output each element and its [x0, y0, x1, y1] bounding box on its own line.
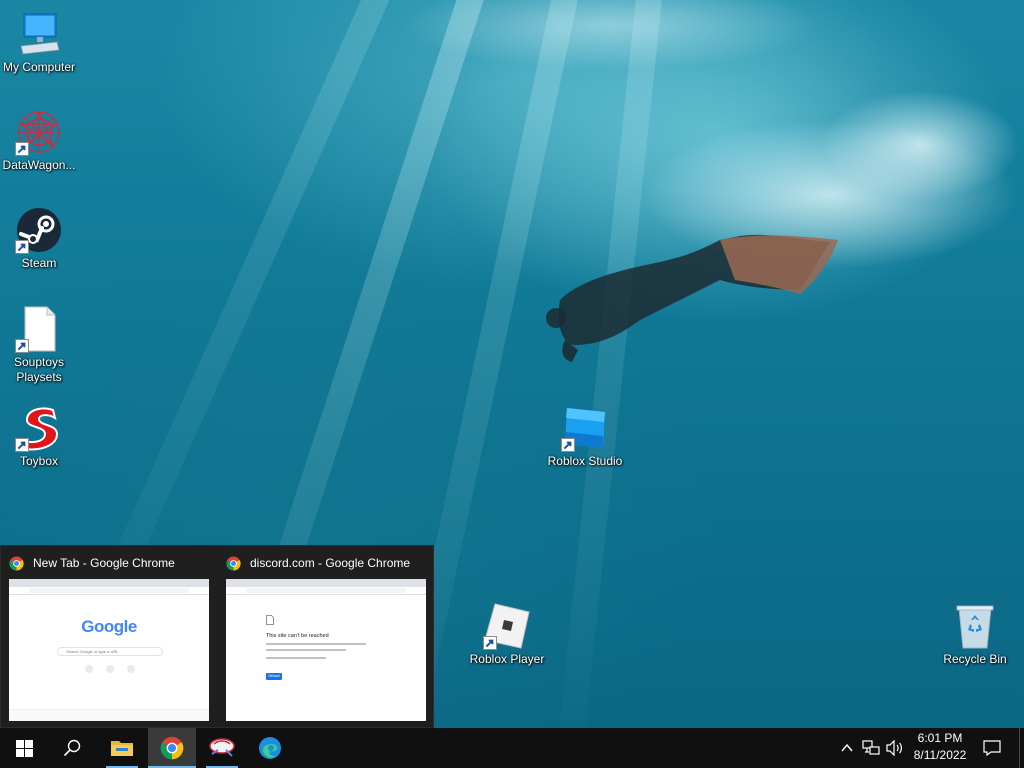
shortcut-arrow-icon — [15, 339, 29, 353]
tab-strip — [226, 579, 426, 587]
desktop-icon-label: Roblox Studio — [547, 454, 623, 468]
new-tab-search-box: Search Google or type a URL — [57, 647, 163, 656]
desktop-icon-roblox-studio[interactable]: Roblox Studio — [540, 404, 630, 469]
network-icon — [862, 740, 880, 755]
chrome-thumbnail-previews: New Tab - Google Chrome Google Search Go… — [0, 545, 434, 728]
desktop-icon-souptoys-playsets[interactable]: Souptoys Playsets — [0, 305, 84, 385]
recycle-bin-icon — [951, 602, 999, 650]
reload-button: Reload — [266, 673, 282, 680]
show-hidden-icons-button[interactable] — [837, 738, 857, 758]
sad-page-icon — [266, 615, 274, 625]
roblox-studio-icon — [561, 404, 609, 452]
clock-time: 6:01 PM — [917, 731, 963, 745]
steam-icon — [15, 206, 63, 254]
thumbnail-title: New Tab - Google Chrome — [33, 556, 175, 570]
add-shortcut-icon — [127, 665, 135, 673]
windows-logo-icon — [15, 739, 33, 757]
action-center-button[interactable] — [976, 728, 1008, 768]
show-desktop-button[interactable] — [1019, 728, 1024, 768]
volume-button[interactable] — [885, 738, 905, 758]
volume-icon — [886, 740, 902, 756]
google-logo: Google — [81, 617, 137, 636]
shortcut-arrow-icon — [15, 240, 29, 254]
omnibox — [246, 588, 406, 593]
desktop-icon-label: My Computer — [2, 60, 76, 74]
chrome-icon — [160, 736, 184, 760]
computer-icon — [15, 10, 63, 58]
clock-date: 8/11/2022 — [913, 748, 967, 762]
edge-icon — [259, 737, 281, 759]
toolbar — [9, 587, 209, 595]
shortcut-arrow-icon — [15, 142, 29, 156]
thumbnail-discord[interactable]: discord.com - Google Chrome This site ca… — [218, 546, 434, 729]
omnibox — [29, 588, 189, 593]
desktop-icon-datawagon[interactable]: DataWagon... — [0, 108, 84, 173]
thumbnail-page-discord: This site can’t be reached Reload — [226, 579, 426, 721]
search-button[interactable] — [48, 728, 96, 768]
error-detail-line — [266, 657, 326, 659]
blank-document-icon — [15, 305, 63, 353]
shortcut-tile-icon — [85, 665, 93, 673]
tab-strip — [9, 579, 209, 587]
taskbar-souptoys[interactable] — [198, 728, 246, 768]
desktop-icon-label: DataWagon... — [2, 158, 76, 172]
desktop-icon-label: Roblox Player — [469, 652, 545, 666]
network-button[interactable] — [861, 738, 881, 758]
action-center-icon — [983, 740, 1001, 756]
file-explorer-icon — [111, 741, 133, 756]
taskbar-file-explorer[interactable] — [98, 728, 146, 768]
desktop-icon-toybox[interactable]: Toybox — [0, 404, 84, 469]
error-detail-line — [266, 649, 346, 651]
roblox-player-icon — [483, 602, 531, 650]
error-heading: This site can’t be reached — [266, 633, 329, 639]
desktop-icon-recycle-bin[interactable]: Recycle Bin — [930, 602, 1020, 667]
desktop-icon-my-computer[interactable]: My Computer — [0, 10, 84, 75]
page-footer — [9, 709, 209, 721]
system-clock[interactable]: 6:01 PM 8/11/2022 — [912, 730, 968, 766]
shortcut-arrow-icon — [483, 636, 497, 650]
thumbnail-title-bar: New Tab - Google Chrome — [9, 554, 209, 572]
souptoys-icon — [209, 738, 235, 757]
start-button[interactable] — [0, 728, 48, 768]
thumbnail-new-tab[interactable]: New Tab - Google Chrome Google Search Go… — [1, 546, 217, 729]
chrome-icon — [226, 555, 241, 571]
desktop-icon-label: Steam — [21, 256, 57, 270]
toybox-icon — [15, 404, 63, 452]
error-detail-line — [266, 643, 366, 645]
desktop-icon-roblox-player[interactable]: Roblox Player — [462, 602, 552, 667]
thumbnail-page-new-tab: Google Search Google or type a URL — [9, 579, 209, 721]
desktop-icon-label: Recycle Bin — [943, 652, 1007, 666]
thumbnail-title: discord.com - Google Chrome — [250, 556, 411, 570]
taskbar-chrome[interactable] — [148, 728, 196, 768]
toolbar — [226, 587, 426, 595]
taskbar: 6:01 PM 8/11/2022 — [0, 728, 1024, 768]
chrome-icon — [9, 555, 24, 571]
shortcut-arrow-icon — [561, 438, 575, 452]
shortcut-tile-icon — [106, 665, 114, 673]
chevron-up-icon — [841, 743, 853, 752]
search-icon — [63, 739, 81, 757]
datawagon-icon — [15, 108, 63, 156]
shortcut-arrow-icon — [15, 438, 29, 452]
taskbar-edge[interactable] — [246, 728, 294, 768]
desktop-icon-steam[interactable]: Steam — [0, 206, 84, 271]
desktop-icon-label: Toybox — [19, 454, 59, 468]
thumbnail-title-bar: discord.com - Google Chrome — [226, 554, 426, 572]
desktop-icon-label: Souptoys Playsets — [13, 355, 65, 384]
